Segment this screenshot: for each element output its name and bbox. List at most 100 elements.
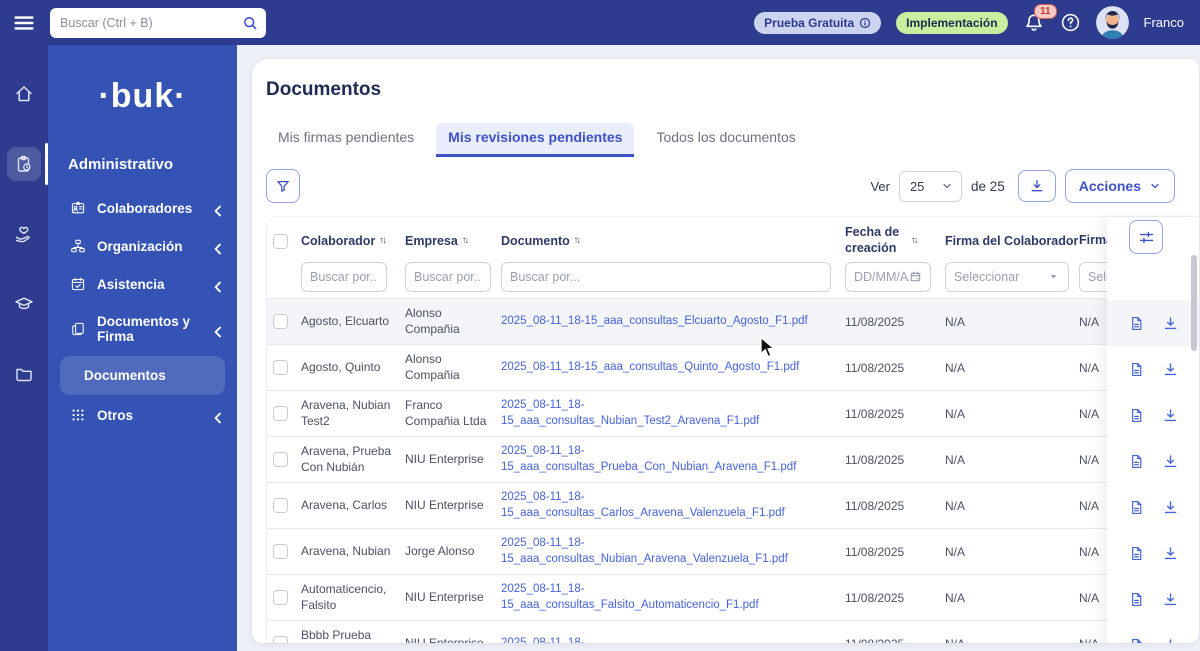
document-link[interactable]: 2025_08-11_18-	[501, 636, 585, 643]
document-link[interactable]: 2025_08-11_18-15_aaa_consultas_Quinto_Ag…	[501, 360, 799, 376]
filter-empresa-input[interactable]	[405, 261, 491, 292]
column-settings-button[interactable]	[1129, 220, 1163, 254]
help-icon[interactable]	[1060, 12, 1081, 33]
acciones-button[interactable]: Acciones	[1064, 169, 1175, 203]
rail-item-training-graduation-icon[interactable]	[0, 281, 48, 327]
fecha-cell: 11/08/2025	[845, 406, 905, 421]
filter-firma-colaborador-select[interactable]: Seleccionar	[945, 261, 1069, 292]
row-checkbox[interactable]	[273, 590, 288, 605]
download-document-icon[interactable]	[1162, 361, 1179, 378]
vertical-scrollbar-thumb[interactable]	[1191, 255, 1197, 351]
document-link[interactable]: 2025_08-11_18-15_aaa_consultas_Falsito_A…	[501, 582, 835, 613]
filter-colaborador-input[interactable]	[301, 261, 387, 292]
row-checkbox[interactable]	[273, 544, 288, 559]
document-link[interactable]: 2025_08-11_18-15_aaa_consultas_Elcuarto_…	[501, 314, 808, 330]
sidebar-item-asistencia[interactable]: Asistencia	[48, 265, 237, 303]
chevron-left-icon	[210, 324, 221, 337]
col-firma-colaborador[interactable]: Firma del Colaborador	[945, 234, 1078, 248]
download-document-icon[interactable]	[1162, 453, 1179, 470]
download-document-icon[interactable]	[1162, 499, 1179, 516]
row-checkbox[interactable]	[273, 452, 288, 467]
preview-document-icon[interactable]	[1128, 637, 1145, 643]
filter-documento-input[interactable]	[501, 261, 831, 292]
download-document-icon[interactable]	[1162, 315, 1179, 332]
row-checkbox[interactable]	[273, 498, 288, 513]
fecha-cell: 11/08/2025	[845, 498, 905, 513]
download-document-icon[interactable]	[1162, 545, 1179, 562]
firma-colaborador-cell: N/A	[945, 637, 1079, 644]
implementation-badge[interactable]: Implementación	[896, 11, 1008, 34]
user-name[interactable]: Franco	[1144, 15, 1184, 30]
filter-button[interactable]	[266, 169, 300, 203]
calendar-icon	[910, 271, 921, 282]
download-document-icon[interactable]	[1162, 407, 1179, 424]
document-link[interactable]: 2025_08-11_18-15_aaa_consultas_Prueba_Co…	[501, 444, 835, 475]
firma-colaborador-cell: N/A	[945, 314, 966, 329]
empresa-cell: NIU Enterprise	[405, 451, 484, 466]
tab-mis-firmas-pendientes[interactable]: Mis firmas pendientes	[266, 123, 426, 157]
row-checkbox[interactable]	[273, 406, 288, 421]
sidebar-submenu-documentos[interactable]: Documentos	[60, 356, 225, 395]
notifications-bell-icon[interactable]: 11	[1023, 3, 1057, 34]
sidebar-section-label: Administrativo	[68, 156, 174, 173]
col-documento[interactable]: Documento	[501, 234, 570, 248]
export-download-button[interactable]	[1017, 170, 1056, 202]
tab-mis-revisiones-pendientes[interactable]: Mis revisiones pendientes	[436, 123, 635, 157]
table-row: Automaticencio, Falsito NIU Enterprise 202…	[267, 575, 1199, 621]
preview-document-icon[interactable]	[1128, 499, 1145, 516]
document-link[interactable]: 2025_08-11_18-15_aaa_consultas_Nubian_Te…	[501, 398, 835, 429]
user-avatar[interactable]	[1095, 6, 1129, 39]
hamburger-menu-icon[interactable]	[12, 11, 36, 35]
sliders-icon	[1139, 231, 1153, 243]
preview-document-icon[interactable]	[1128, 407, 1145, 424]
preview-document-icon[interactable]	[1128, 361, 1145, 378]
tab-todos-los-documentos[interactable]: Todos los documentos	[644, 123, 807, 157]
sort-icon[interactable]: ↑↓	[911, 236, 918, 246]
filter-fecha-input[interactable]: DD/MM/AAAA	[845, 261, 931, 292]
per-page-select[interactable]: 25	[898, 170, 962, 202]
col-colaborador[interactable]: Colaborador	[301, 234, 375, 248]
rail-item-files-folder-icon[interactable]	[0, 351, 48, 397]
table-row: Agosto, Elcuarto Alonso Compañia 2025_08-1…	[267, 299, 1199, 345]
empresa-cell: Alonso Compañia	[405, 305, 460, 336]
col-empresa[interactable]: Empresa	[405, 234, 458, 248]
preview-document-icon[interactable]	[1128, 591, 1145, 608]
rail-item-benefits-hand-heart-icon[interactable]	[0, 211, 48, 257]
files-folder-icon	[7, 357, 41, 391]
rail-item-home-icon[interactable]	[0, 71, 48, 117]
info-icon	[860, 17, 871, 28]
menu-item-label: Otros	[97, 407, 134, 423]
document-link[interactable]: 2025_08-11_18-15_aaa_consultas_Nubian_Ar…	[501, 536, 835, 567]
download-document-icon[interactable]	[1162, 637, 1179, 643]
row-checkbox[interactable]	[273, 360, 288, 375]
preview-document-icon[interactable]	[1128, 315, 1145, 332]
global-search[interactable]	[50, 7, 266, 38]
empresa-cell: Alonso Compañia	[405, 351, 460, 382]
sidebar-panel: ·buk· Administrativo Colaboradores Organi…	[48, 45, 237, 651]
sort-icon[interactable]: ↑↓	[462, 236, 469, 246]
row-checkbox[interactable]	[273, 636, 288, 643]
select-all-checkbox[interactable]	[273, 233, 288, 249]
document-link[interactable]: 2025_08-11_18-15_aaa_consultas_Carlos_Ar…	[501, 490, 835, 521]
preview-document-icon[interactable]	[1128, 545, 1145, 562]
preview-document-icon[interactable]	[1128, 453, 1145, 470]
sort-icon[interactable]: ↑↓	[574, 236, 581, 246]
sort-icon[interactable]: ↑↓	[379, 236, 386, 246]
row-actions	[1107, 530, 1199, 576]
tasks-clipboard-icon	[7, 147, 41, 181]
sidebar-item-documentos-y-firma[interactable]: Documentos y Firma	[48, 303, 237, 355]
chevron-left-icon	[210, 203, 221, 216]
download-document-icon[interactable]	[1162, 591, 1179, 608]
row-checkbox[interactable]	[273, 314, 288, 329]
search-icon[interactable]	[242, 15, 258, 31]
sidebar-item-colaboradores[interactable]: Colaboradores	[48, 189, 237, 227]
col-fecha-creacion[interactable]: Fecha de creación	[845, 225, 907, 256]
sidebar-item-otros[interactable]: Otros	[48, 396, 237, 434]
chevron-down-icon	[1151, 183, 1159, 189]
rail-item-tasks-clipboard-icon[interactable]	[0, 141, 48, 187]
table-row: Bbbb Prueba Apellido Bizl NIU Enterprise 2…	[267, 621, 1199, 643]
global-search-input[interactable]	[60, 15, 242, 30]
funnel-icon	[277, 180, 289, 192]
sidebar-item-organización[interactable]: Organización	[48, 227, 237, 265]
trial-badge[interactable]: Prueba Gratuita	[754, 11, 882, 34]
